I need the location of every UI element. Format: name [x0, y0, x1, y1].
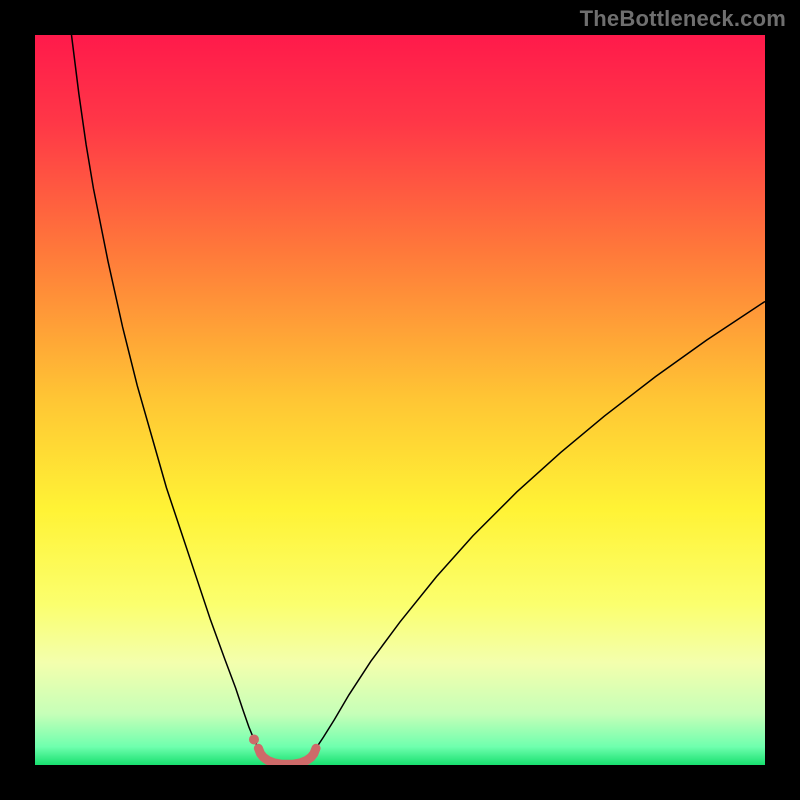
- marker-group: [249, 734, 259, 744]
- watermark-text: TheBottleneck.com: [580, 6, 786, 32]
- chart-container: TheBottleneck.com: [0, 0, 800, 800]
- marker-left-dot: [249, 734, 259, 744]
- gradient-background: [35, 35, 765, 765]
- plot-area: [35, 35, 765, 765]
- chart-svg: [35, 35, 765, 765]
